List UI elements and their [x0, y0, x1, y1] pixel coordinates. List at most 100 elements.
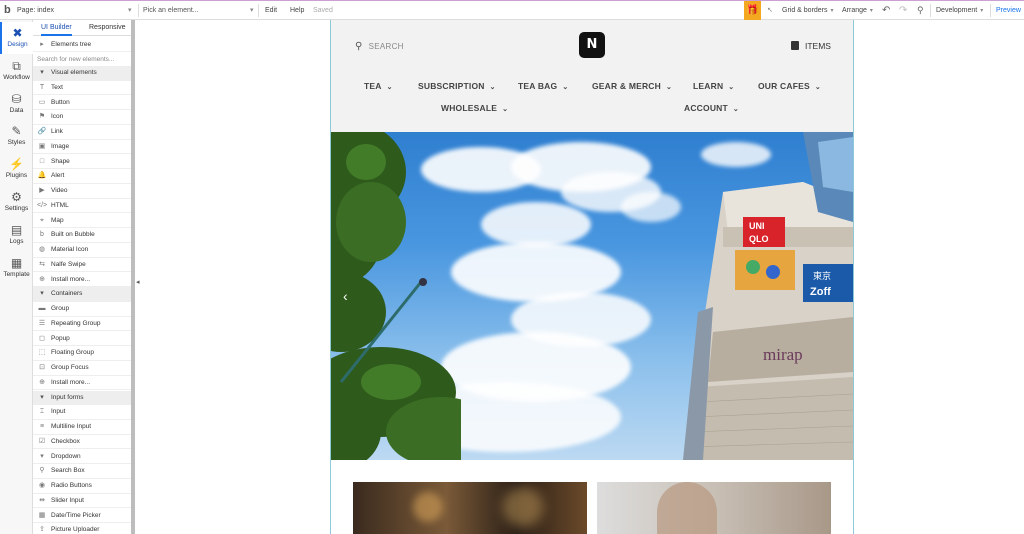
- tab-logs[interactable]: ▤ Logs: [0, 219, 33, 251]
- search-elements-input[interactable]: Search for new elements...: [37, 56, 114, 63]
- palette-item-search-box[interactable]: ⚲ Search Box: [33, 464, 131, 479]
- nav-account[interactable]: ACCOUNT ⌄: [684, 103, 739, 113]
- redo-icon[interactable]: ↷: [899, 1, 907, 20]
- tab-label: Workflow: [3, 73, 30, 81]
- product-card-image[interactable]: [353, 482, 587, 534]
- elements-tree-label: Elements tree: [51, 41, 92, 48]
- arrange-dropdown[interactable]: Arrange ▾: [842, 1, 873, 20]
- section-visual[interactable]: ▾ Visual elements: [33, 66, 131, 81]
- palette-item-group[interactable]: ▬ Group: [33, 302, 131, 317]
- palette-item-button[interactable]: ▭ Button: [33, 96, 131, 111]
- tab-data[interactable]: ⛁ Data: [0, 88, 33, 120]
- preview-button[interactable]: Preview: [996, 1, 1021, 20]
- bubble-logo-icon[interactable]: b: [4, 1, 11, 20]
- palette-item-checkbox[interactable]: ☑ Checkbox: [33, 435, 131, 450]
- palette-item-video[interactable]: ▶ Video: [33, 184, 131, 199]
- nav-wholesale[interactable]: WHOLESALE ⌄: [441, 103, 508, 113]
- palette-item-image[interactable]: ▣ Image: [33, 140, 131, 155]
- palette-item-install-more-[interactable]: ⊕ Install more...: [33, 273, 131, 288]
- palette-item-popup[interactable]: ◻ Popup: [33, 332, 131, 347]
- nav-tea-bag[interactable]: TEA BAG ⌄: [518, 81, 568, 91]
- tab-design[interactable]: ✖ Design: [0, 22, 33, 54]
- palette-item-icon[interactable]: ⚑ Icon: [33, 110, 131, 125]
- undo-icon[interactable]: ↶: [882, 1, 890, 20]
- tab-ui-builder[interactable]: UI Builder: [41, 20, 72, 36]
- palette-item-label: Alert: [51, 172, 65, 180]
- material-icon-icon: ◍: [38, 246, 46, 253]
- palette-item-multiline-input[interactable]: ≡ Multiline Input: [33, 420, 131, 435]
- chevron-down-icon: ⌄: [489, 84, 496, 91]
- divider: [990, 4, 991, 17]
- palette-item-date-time-picker[interactable]: ▦ Date/Time Picker: [33, 509, 131, 524]
- pointer-icon[interactable]: ↖: [767, 1, 773, 20]
- pick-element-caret[interactable]: ▾: [250, 1, 254, 20]
- chevron-down-icon: ▾: [40, 69, 44, 76]
- site-header[interactable]: ⚲ SEARCH N ITEMS TEA ⌄ SUBSCRIPTION ⌄ TEA BAG…: [331, 20, 853, 132]
- palette-item-built-on-bubble[interactable]: b Built on Bubble: [33, 228, 131, 243]
- collapse-panel-icon[interactable]: ◂: [136, 278, 140, 286]
- building-image: UNI QLO 東京 Zoff mirap: [683, 132, 853, 460]
- group-focus-icon: ⊡: [39, 364, 45, 371]
- palette-item-group-focus[interactable]: ⊡ Group Focus: [33, 361, 131, 376]
- palette-item-map[interactable]: ⌖ Map: [33, 214, 131, 229]
- nav-label: TEA: [364, 81, 382, 91]
- environment-dropdown[interactable]: Development ▾: [936, 1, 983, 20]
- palette-scrollbar[interactable]: [131, 20, 135, 534]
- palette-item-link[interactable]: 🔗 Link: [33, 125, 131, 140]
- elements-tree-toggle[interactable]: ▸ Elements tree: [33, 37, 131, 52]
- pick-element-dropdown[interactable]: Pick an element...: [143, 1, 199, 20]
- palette-item-label: Map: [51, 216, 64, 224]
- palette-item-radio-buttons[interactable]: ◉ Radio Buttons: [33, 479, 131, 494]
- nav-gear-merch[interactable]: GEAR & MERCH ⌄: [592, 81, 672, 91]
- palette-tabs: UI Builder Responsive: [33, 20, 134, 36]
- palette-item-shape[interactable]: □ Shape: [33, 155, 131, 170]
- grid-borders-dropdown[interactable]: Grid & borders ▾: [782, 1, 834, 20]
- palette-item-nalfe-swipe[interactable]: ⇆ Nalfe Swipe: [33, 258, 131, 273]
- section-label: Visual elements: [51, 69, 97, 76]
- tab-responsive[interactable]: Responsive: [89, 20, 126, 36]
- left-tab-bar: ✖ Design ⧉ Workflow ⛁ Data ✎ Styles ⚡ Plugins ⚙ Set…: [0, 20, 33, 534]
- site-search[interactable]: ⚲ SEARCH: [355, 41, 404, 52]
- page-index[interactable]: ⚲ SEARCH N ITEMS TEA ⌄ SUBSCRIPTION ⌄ TEA BAG…: [330, 20, 854, 534]
- palette-item-repeating-group[interactable]: ☰ Repeating Group: [33, 317, 131, 332]
- ad-board: [735, 250, 795, 290]
- palette-item-floating-group[interactable]: ⬚ Floating Group: [33, 346, 131, 361]
- tab-styles[interactable]: ✎ Styles: [0, 120, 33, 152]
- dropdown-icon: ▾: [40, 452, 44, 460]
- gift-icon[interactable]: 🎁: [744, 1, 761, 20]
- tab-settings[interactable]: ⚙ Settings: [0, 186, 33, 218]
- palette-item-slider-input[interactable]: ⇹ Slider Input: [33, 494, 131, 509]
- hero-slider[interactable]: UNI QLO 東京 Zoff mirap ‹: [331, 132, 853, 460]
- slider-prev-arrow[interactable]: ‹: [343, 288, 348, 304]
- site-logo[interactable]: N: [579, 32, 605, 58]
- pick-element-label: Pick an element...: [143, 7, 199, 14]
- palette-item-text[interactable]: T Text: [33, 81, 131, 96]
- zoff-sign-text-2: Zoff: [810, 286, 831, 298]
- tab-workflow[interactable]: ⧉ Workflow: [0, 55, 33, 87]
- palette-item-label: Slider Input: [51, 496, 84, 504]
- section-containers[interactable]: ▾ Containers: [33, 287, 131, 302]
- product-card-image[interactable]: [597, 482, 831, 534]
- nav-learn[interactable]: LEARN ⌄: [693, 81, 734, 91]
- nav-tea[interactable]: TEA ⌄: [364, 81, 393, 91]
- palette-item-material-icon[interactable]: ◍ Material Icon: [33, 243, 131, 258]
- nav-subscription[interactable]: SUBSCRIPTION ⌄: [418, 81, 496, 91]
- nav-label: ACCOUNT: [684, 103, 728, 113]
- palette-item-picture-uploader[interactable]: ⇪ Picture Uploader: [33, 523, 131, 534]
- palette-item-input[interactable]: ⌶ Input: [33, 405, 131, 420]
- cart-items[interactable]: ITEMS: [791, 41, 831, 51]
- page-selector[interactable]: Page: index: [17, 1, 54, 20]
- section-inputs[interactable]: ▾ Input forms: [33, 390, 131, 406]
- palette-item-alert[interactable]: 🔔 Alert: [33, 169, 131, 184]
- tab-plugins[interactable]: ⚡ Plugins: [0, 153, 33, 185]
- palette-item-dropdown[interactable]: ▾ Dropdown: [33, 450, 131, 465]
- nav-our-cafes[interactable]: OUR CAFES ⌄: [758, 81, 821, 91]
- help-menu[interactable]: Help: [290, 1, 304, 20]
- page-dropdown-caret[interactable]: ▾: [128, 1, 132, 20]
- palette-item-html[interactable]: </> HTML: [33, 199, 131, 214]
- input-icon: ⌶: [39, 408, 45, 416]
- edit-menu[interactable]: Edit: [265, 1, 277, 20]
- search-icon[interactable]: ⚲: [917, 1, 924, 20]
- tab-template[interactable]: ▦ Template: [0, 252, 33, 284]
- palette-item-install-more-[interactable]: ⊕ Install more...: [33, 376, 131, 391]
